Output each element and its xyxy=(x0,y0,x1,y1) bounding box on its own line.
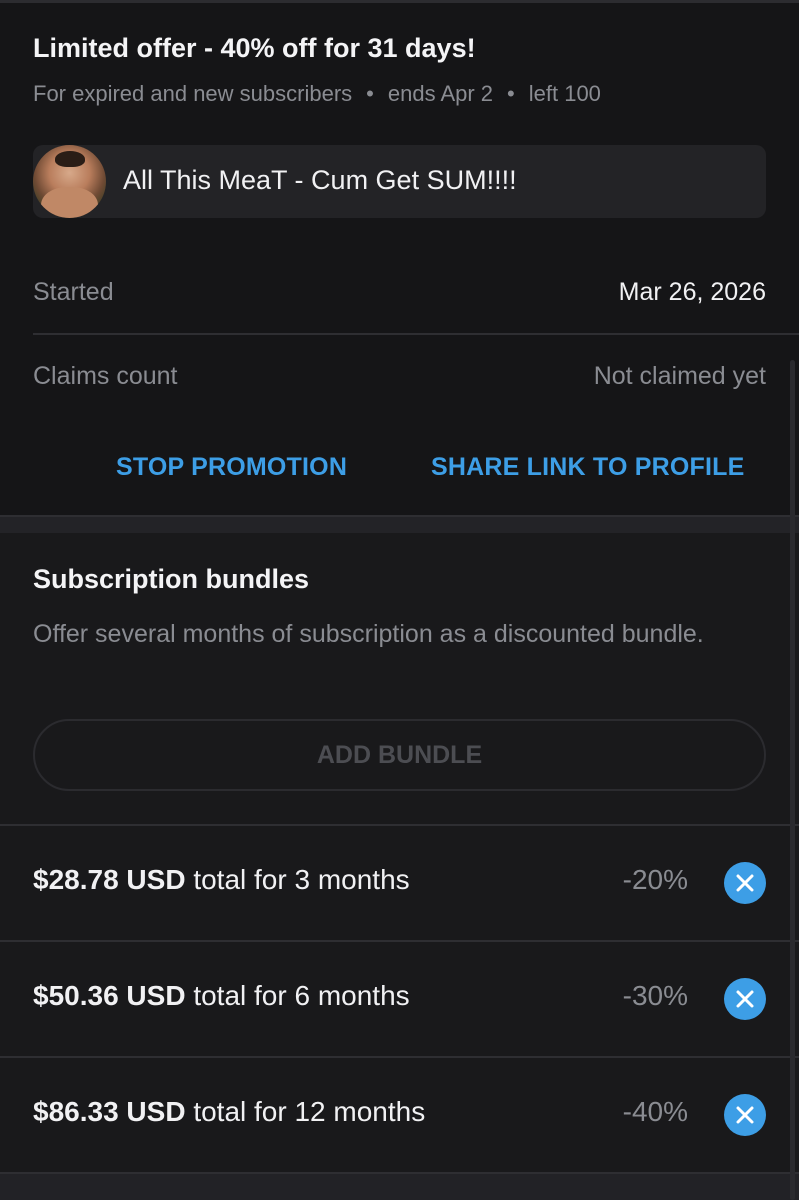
bundle-row: $50.36 USD total for 6 months -30% xyxy=(0,940,799,1056)
remove-bundle-button[interactable] xyxy=(724,1094,766,1136)
claims-label: Claims count xyxy=(33,362,178,390)
stop-promotion-button[interactable]: STOP PROMOTION xyxy=(116,453,347,482)
bundle-row: $86.33 USD total for 12 months -40% xyxy=(0,1056,799,1172)
promotion-title: Limited offer - 40% off for 31 days! xyxy=(33,33,476,63)
row-divider xyxy=(0,824,799,826)
add-bundle-button[interactable]: ADD BUNDLE xyxy=(33,719,766,791)
bundle-period: total for 3 months xyxy=(185,864,410,895)
promotion-meta: For expired and new subscribers • ends Apr… xyxy=(33,81,601,107)
bundle-discount: -20% xyxy=(622,864,688,895)
bundle-price: $50.36 USD total for 6 months xyxy=(33,980,410,1012)
promotion-card: Limited offer - 40% off for 31 days! For… xyxy=(0,3,799,515)
section-title: Subscription bundles xyxy=(33,564,310,594)
started-label: Started xyxy=(33,278,114,306)
share-link-button[interactable]: SHARE LINK TO PROFILE xyxy=(431,453,744,482)
bundle-period: total for 12 months xyxy=(185,1096,426,1127)
meta-separator: • xyxy=(366,81,374,106)
section-separator xyxy=(0,515,799,533)
row-divider xyxy=(33,333,799,335)
close-icon xyxy=(736,874,754,892)
close-icon xyxy=(736,990,754,1008)
avatar xyxy=(33,145,106,218)
meta-separator: • xyxy=(507,81,515,106)
section-description: Offer several months of subscription as … xyxy=(33,620,704,648)
bottom-band xyxy=(0,1174,799,1200)
scrollbar[interactable] xyxy=(790,360,795,1200)
promotion-message: All This MeaT - Cum Get SUM!!!! xyxy=(123,165,517,195)
row-divider xyxy=(0,1056,799,1058)
started-value: Mar 26, 2026 xyxy=(618,278,766,306)
subscription-bundles-section: Subscription bundles Offer several month… xyxy=(0,533,799,1200)
bundle-period: total for 6 months xyxy=(185,980,410,1011)
bundle-row: $28.78 USD total for 3 months -20% xyxy=(0,824,799,940)
bundle-amount: $50.36 USD xyxy=(33,980,186,1011)
close-icon xyxy=(736,1106,754,1124)
promotion-message-card: All This MeaT - Cum Get SUM!!!! xyxy=(33,145,766,218)
remove-bundle-button[interactable] xyxy=(724,862,766,904)
bundle-discount: -40% xyxy=(622,1096,688,1127)
remove-bundle-button[interactable] xyxy=(724,978,766,1020)
promotion-left: left 100 xyxy=(528,81,601,106)
bundle-amount: $86.33 USD xyxy=(33,1096,186,1127)
bundle-amount: $28.78 USD xyxy=(33,864,186,895)
promotion-ends: ends Apr 2 xyxy=(387,81,494,106)
bundle-discount: -30% xyxy=(622,980,688,1011)
claims-value: Not claimed yet xyxy=(593,362,766,390)
promotion-audience: For expired and new subscribers xyxy=(33,81,353,106)
bundle-price: $28.78 USD total for 3 months xyxy=(33,864,410,896)
bundle-price: $86.33 USD total for 12 months xyxy=(33,1096,425,1128)
row-divider xyxy=(0,940,799,942)
